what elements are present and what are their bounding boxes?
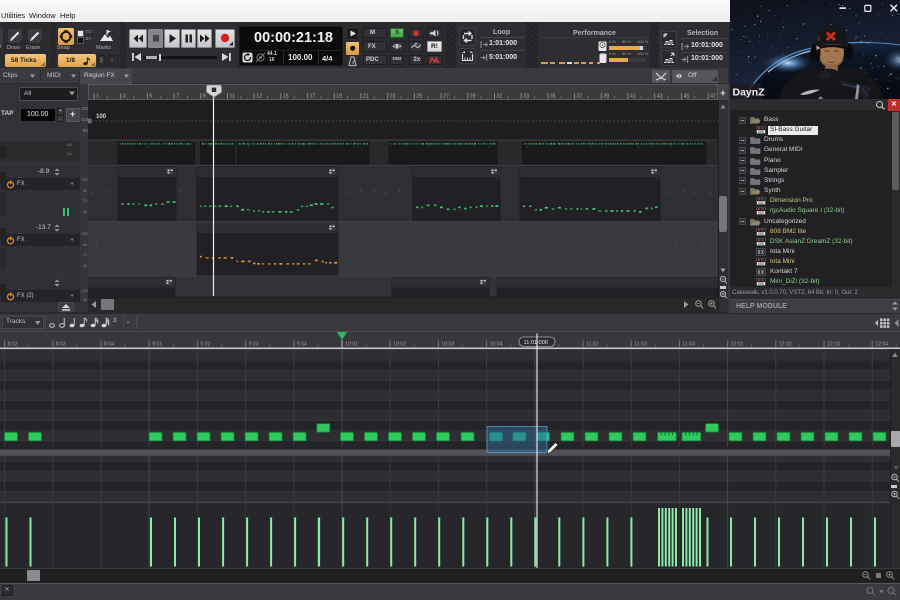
svg-text:5: 5	[149, 94, 152, 100]
svg-text:7: 7	[176, 94, 179, 100]
svg-text:9:02: 9:02	[200, 342, 210, 348]
svg-text:3: 3	[123, 94, 126, 100]
svg-text:100: 100	[96, 114, 107, 120]
svg-text:10:04: 10:04	[490, 342, 503, 348]
svg-text:11:01:000: 11:01:000	[524, 340, 548, 346]
svg-text:9:04: 9:04	[297, 342, 307, 348]
svg-text:8:02: 8:02	[8, 342, 18, 348]
svg-text:1: 1	[96, 94, 99, 100]
svg-text:11:04: 11:04	[682, 342, 695, 348]
svg-text:10:01: 10:01	[345, 342, 358, 348]
svg-text:10:03: 10:03	[441, 342, 454, 348]
svg-text:9:03: 9:03	[249, 342, 259, 348]
svg-text:8:03: 8:03	[56, 342, 66, 348]
svg-text:8:04: 8:04	[104, 342, 114, 348]
svg-text:12:02: 12:02	[779, 342, 792, 348]
svg-text:10:02: 10:02	[393, 342, 406, 348]
svg-text:9:01: 9:01	[152, 342, 162, 348]
svg-text:11:03: 11:03	[634, 342, 647, 348]
svg-text:12:01: 12:01	[731, 342, 744, 348]
svg-text:12:04: 12:04	[875, 342, 888, 348]
svg-text:12:03: 12:03	[827, 342, 840, 348]
svg-text:9: 9	[203, 94, 206, 100]
svg-text:DaynZ: DaynZ	[733, 87, 766, 99]
svg-text:11:02: 11:02	[586, 342, 599, 348]
